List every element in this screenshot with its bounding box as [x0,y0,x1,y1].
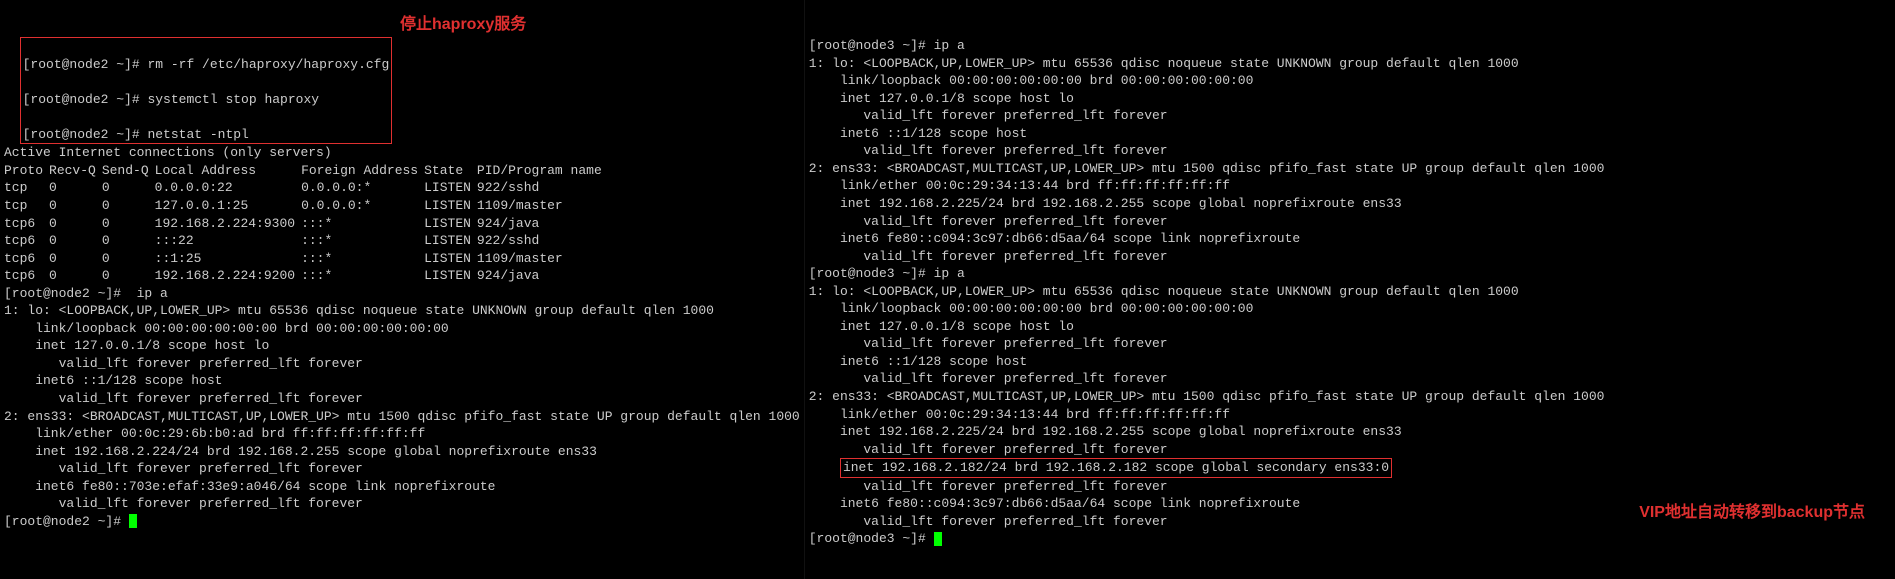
command-ip-a: ip a [137,286,168,301]
ip-output-line: valid_lft forever preferred_lft forever [4,461,363,476]
ip-output-line: inet 127.0.0.1/8 scope host lo [4,338,269,353]
ip-output-line: valid_lft forever preferred_lft forever [4,496,363,511]
ip-output-line: valid_lft forever preferred_lft forever [809,143,1168,158]
command-systemctl-stop: systemctl stop haproxy [147,92,319,107]
ip-output-line: 2: ens33: <BROADCAST,MULTICAST,UP,LOWER_… [809,161,1605,176]
command-rm: rm -rf /etc/haproxy/haproxy.cfg [147,57,389,72]
netstat-row: tcp600::1:25:::*LISTEN1109/master [4,250,608,268]
ip-output-line: inet 127.0.0.1/8 scope host lo [809,91,1074,106]
netstat-row: tcp00127.0.0.1:250.0.0.0:*LISTEN1109/mas… [4,197,608,215]
netstat-table: ProtoRecv-QSend-QLocal AddressForeign Ad… [4,162,608,285]
prompt: [root@node2 ~]# [4,514,129,529]
ip-output-line: valid_lft forever preferred_lft forever [809,108,1168,123]
terminal-node3[interactable]: VIP地址自动转移到backup节点 [root@node3 ~]# ip a … [805,0,1895,579]
prompt: [root@node3 ~]# [809,266,934,281]
cursor-icon [934,532,942,546]
ip-output-line: valid_lft forever preferred_lft forever [809,336,1168,351]
prompt: [root@node2 ~]# [4,286,137,301]
ip-output-line: inet6 ::1/128 scope host [809,126,1027,141]
netstat-row: tcp600192.168.2.224:9200:::*LISTEN924/ja… [4,267,608,285]
ip-output-line: inet6 fe80::c094:3c97:db66:d5aa/64 scope… [809,496,1300,511]
ip-output-line: 2: ens33: <BROADCAST,MULTICAST,UP,LOWER_… [809,389,1605,404]
netstat-row: tcp600:::22:::*LISTEN922/sshd [4,232,608,250]
ip-output-line: link/loopback 00:00:00:00:00:00 brd 00:0… [809,73,1254,88]
cursor-icon [129,514,137,528]
ip-output-line: valid_lft forever preferred_lft forever [809,442,1168,457]
prompt: [root@node2 ~]# [23,92,148,107]
ip-output-line: inet6 fe80::c094:3c97:db66:d5aa/64 scope… [809,231,1300,246]
ip-output-line: link/loopback 00:00:00:00:00:00 brd 00:0… [809,301,1254,316]
ip-output-line: inet 127.0.0.1/8 scope host lo [809,319,1074,334]
ip-output-line: inet6 ::1/128 scope host [809,354,1027,369]
command-ip-a: ip a [934,38,965,53]
ip-output-line: link/loopback 00:00:00:00:00:00 brd 00:0… [4,321,449,336]
ip-output-line: 1: lo: <LOOPBACK,UP,LOWER_UP> mtu 65536 … [809,56,1519,71]
highlight-box-vip: inet 192.168.2.182/24 brd 192.168.2.182 … [840,458,1392,478]
ip-output-line: inet 192.168.2.225/24 brd 192.168.2.255 … [809,196,1402,211]
ip-output-line: inet 192.168.2.224/24 brd 192.168.2.255 … [4,444,597,459]
ip-output-line: valid_lft forever preferred_lft forever [809,371,1168,386]
netstat-row: tcp600192.168.2.224:9300:::*LISTEN924/ja… [4,215,608,233]
prompt: [root@node2 ~]# [23,127,148,142]
command-ip-a: ip a [934,266,965,281]
ip-output-line: valid_lft forever preferred_lft forever [4,356,363,371]
prompt: [root@node3 ~]# [809,38,934,53]
ip-output-line: inet 192.168.2.225/24 brd 192.168.2.255 … [809,424,1402,439]
ip-output-line: valid_lft forever preferred_lft forever [809,214,1168,229]
ip-output-line: link/ether 00:0c:29:6b:b0:ad brd ff:ff:f… [4,426,425,441]
terminal-node2[interactable]: 停止haproxy服务 [root@node2 ~]# rm -rf /etc/… [0,0,805,579]
highlight-box-commands: [root@node2 ~]# rm -rf /etc/haproxy/hapr… [20,37,393,144]
ip-output-line: valid_lft forever preferred_lft forever [809,514,1168,529]
netstat-row: tcp000.0.0.0:220.0.0.0:*LISTEN922/sshd [4,179,608,197]
ip-output-line: valid_lft forever preferred_lft forever [809,479,1168,494]
prompt: [root@node3 ~]# [809,531,934,546]
annotation-vip-move: VIP地址自动转移到backup节点 [1639,502,1865,524]
ip-output-line: 2: ens33: <BROADCAST,MULTICAST,UP,LOWER_… [4,409,800,424]
ip-output-line: 1: lo: <LOOPBACK,UP,LOWER_UP> mtu 65536 … [809,284,1519,299]
ip-output-line: 1: lo: <LOOPBACK,UP,LOWER_UP> mtu 65536 … [4,303,714,318]
netstat-header-row: ProtoRecv-QSend-QLocal AddressForeign Ad… [4,162,608,180]
ip-output-line: link/ether 00:0c:29:34:13:44 brd ff:ff:f… [809,407,1230,422]
ip-output-line: inet6 fe80::703e:efaf:33e9:a046/64 scope… [4,479,495,494]
ip-output-line: valid_lft forever preferred_lft forever [809,249,1168,264]
ip-output-line: valid_lft forever preferred_lft forever [4,391,363,406]
netstat-title: Active Internet connections (only server… [4,145,332,160]
annotation-stop-haproxy: 停止haproxy服务 [400,14,526,36]
ip-output-line: inet6 ::1/128 scope host [4,373,222,388]
prompt: [root@node2 ~]# [23,57,148,72]
command-netstat: netstat -ntpl [147,127,248,142]
ip-output-line: link/ether 00:0c:29:34:13:44 brd ff:ff:f… [809,178,1230,193]
